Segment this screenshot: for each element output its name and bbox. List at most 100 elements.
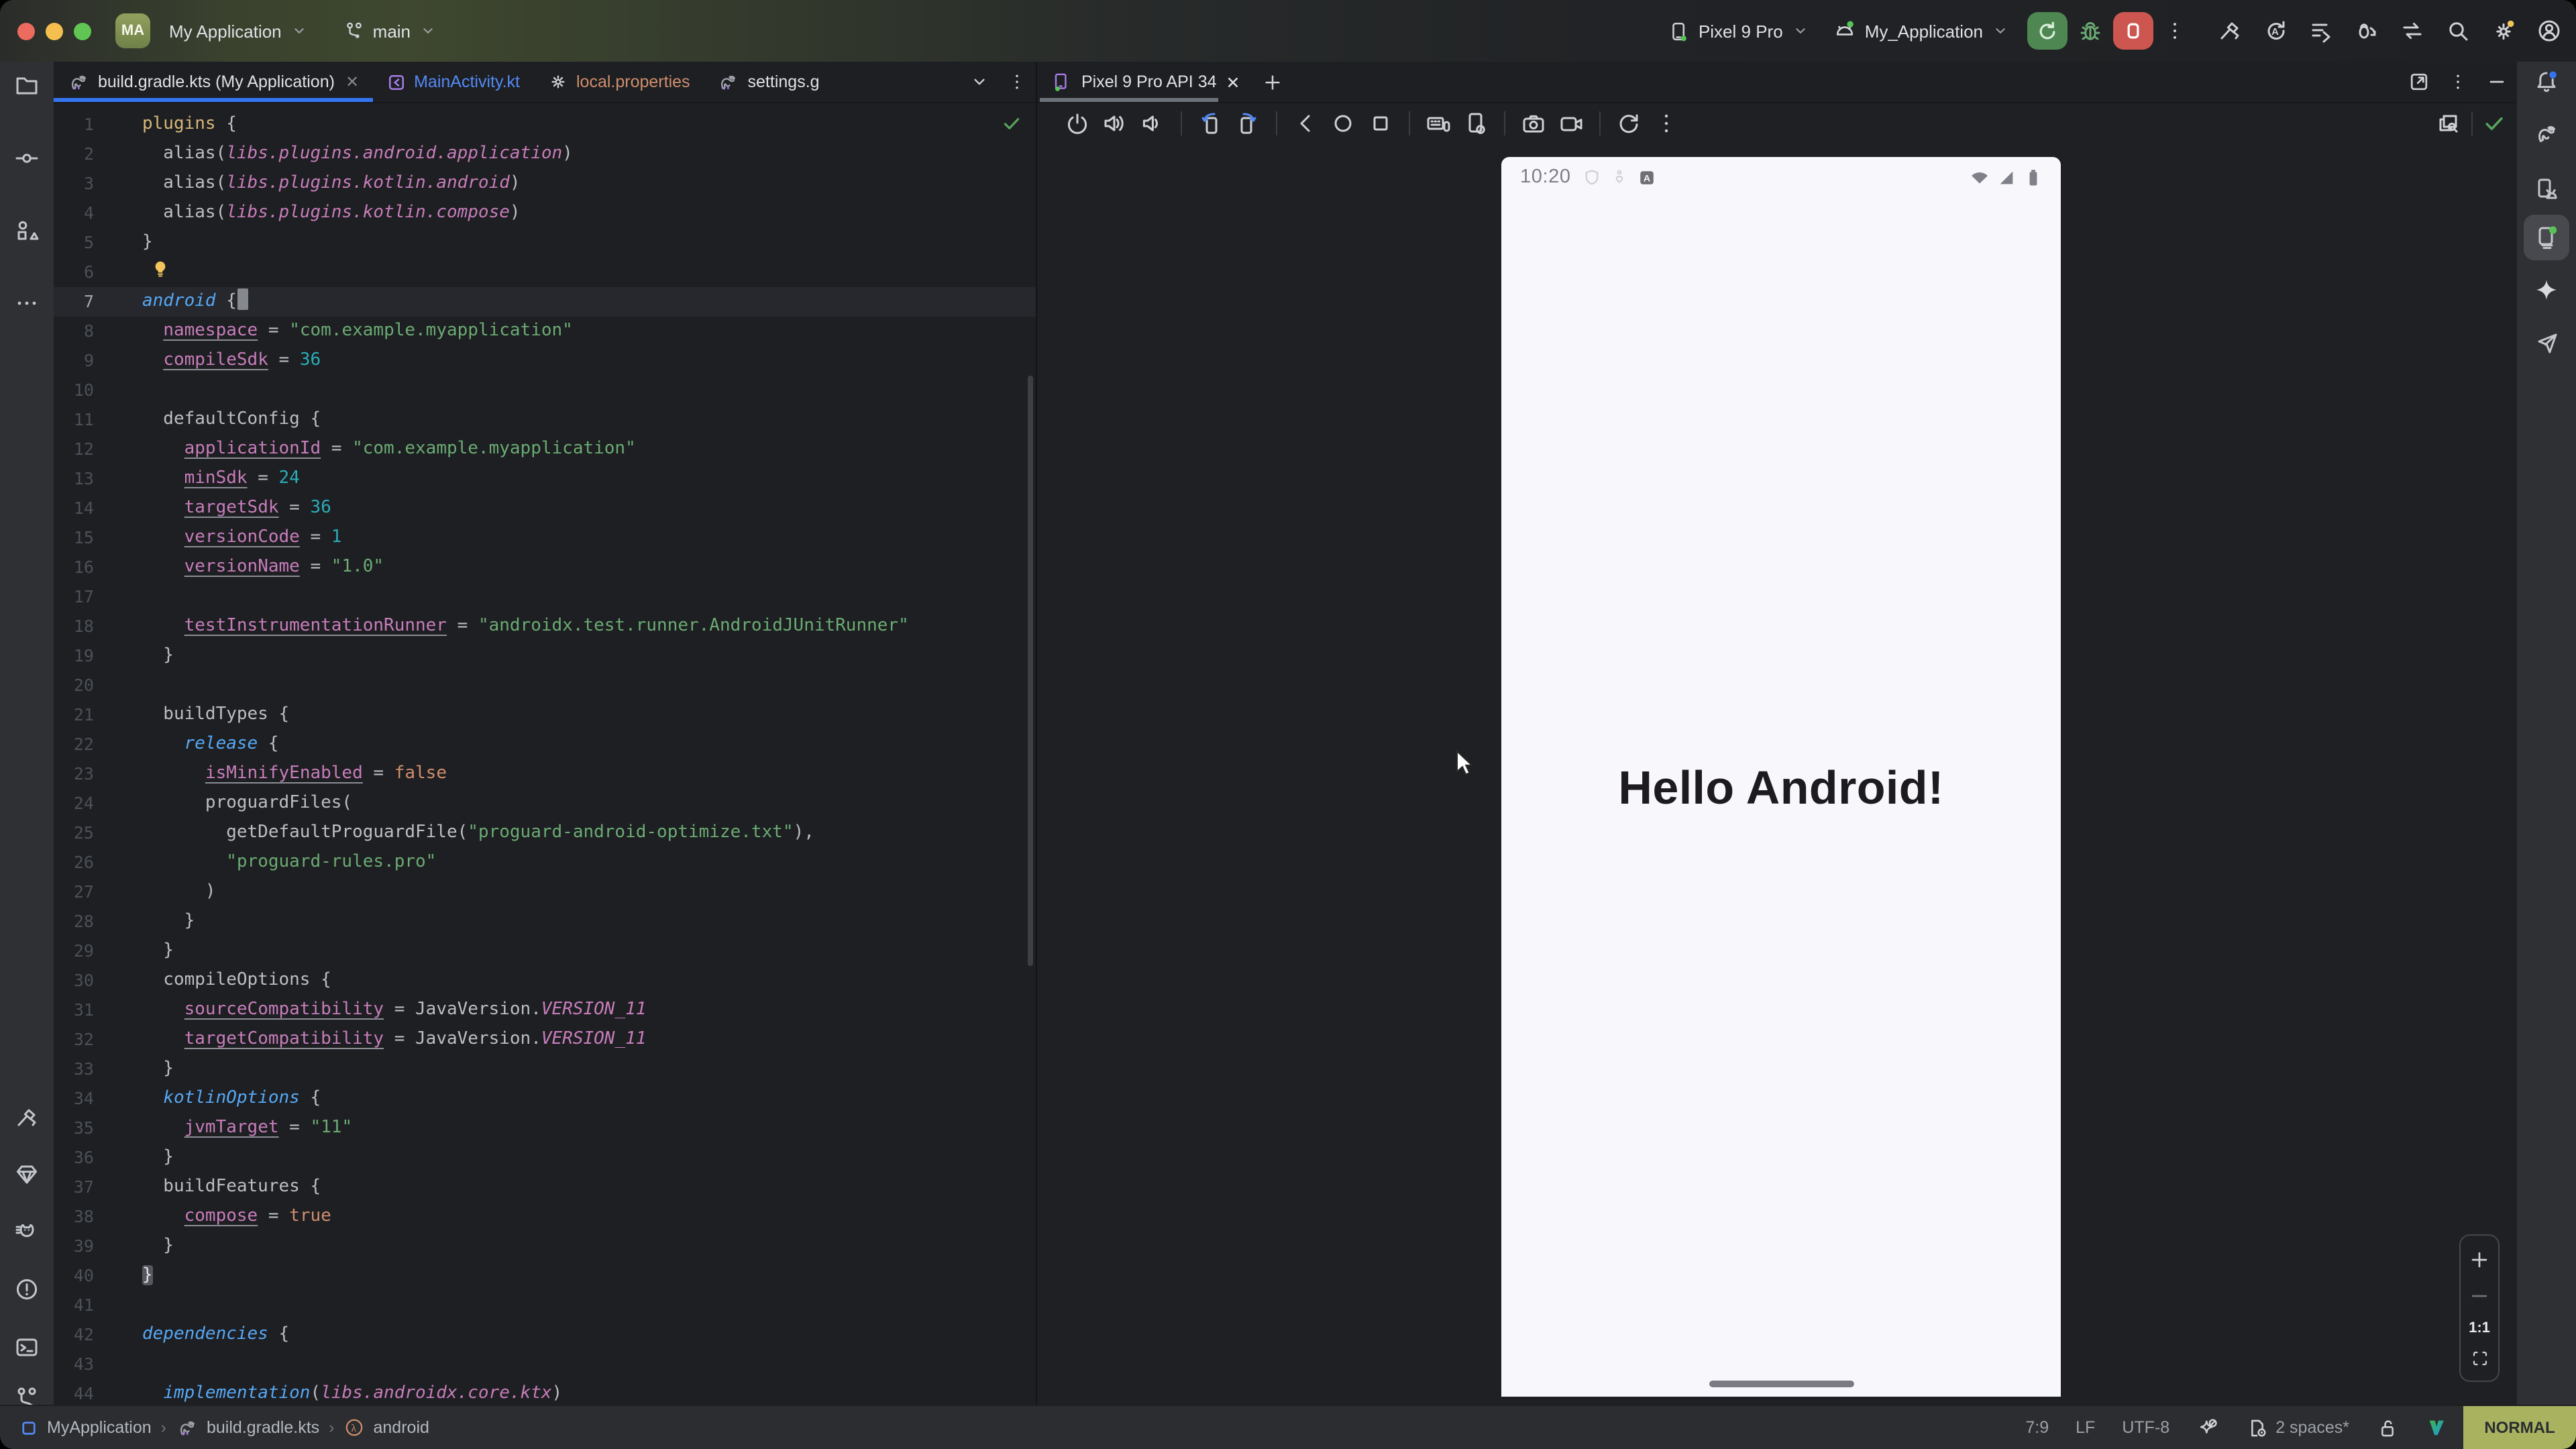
- lock-open-icon[interactable]: [2376, 1416, 2399, 1439]
- code-line-36[interactable]: 36 }: [54, 1143, 1036, 1173]
- code-line-38[interactable]: 38 compose = true: [54, 1202, 1036, 1232]
- sync-icon[interactable]: [2399, 17, 2426, 44]
- code-line-32[interactable]: 32 targetCompatibility = JavaVersion.VER…: [54, 1025, 1036, 1055]
- more-vert-icon[interactable]: [2163, 19, 2187, 43]
- gradle-tool-tool-icon[interactable]: [2524, 111, 2569, 157]
- code-line-39[interactable]: 39 }: [54, 1232, 1036, 1261]
- branch-selector[interactable]: main: [343, 20, 437, 42]
- minimize-window-button[interactable]: [46, 22, 63, 40]
- inspections-ok-icon[interactable]: [1001, 113, 1022, 134]
- code-line-41[interactable]: 41: [54, 1291, 1036, 1320]
- code-line-44[interactable]: 44 implementation(libs.androidx.core.ktx…: [54, 1379, 1036, 1406]
- run-configuration-selector[interactable]: My_Application: [1833, 19, 2010, 43]
- caret-position[interactable]: 7:9: [2025, 1418, 2049, 1437]
- assistant-plane-tool-icon[interactable]: [2524, 321, 2569, 366]
- code-line-29[interactable]: 29 }: [54, 936, 1036, 966]
- code-line-7[interactable]: 7android {: [54, 287, 1036, 317]
- code-line-34[interactable]: 34 kotlinOptions {: [54, 1084, 1036, 1114]
- code-line-5[interactable]: 5}: [54, 228, 1036, 258]
- code-line-25[interactable]: 25 getDefaultProguardFile("proguard-andr…: [54, 818, 1036, 848]
- editor-tab-settings.g[interactable]: settings.g: [704, 62, 833, 102]
- code-line-28[interactable]: 28 }: [54, 907, 1036, 936]
- reset-icon[interactable]: [1615, 110, 1642, 137]
- screenshot-icon[interactable]: [1520, 110, 1547, 137]
- search-icon[interactable]: [2445, 17, 2471, 44]
- code-line-11[interactable]: 11 defaultConfig {: [54, 405, 1036, 435]
- debug-icon[interactable]: [2077, 17, 2104, 44]
- running-devices-tool-icon[interactable]: [2524, 215, 2569, 260]
- device-selector[interactable]: Pixel 9 Pro: [1668, 19, 1810, 42]
- code-line-12[interactable]: 12 applicationId = "com.example.myapplic…: [54, 435, 1036, 464]
- zoom-ratio-button[interactable]: 1:1: [2469, 1320, 2490, 1336]
- code-line-4[interactable]: 4 alias(libs.plugins.kotlin.compose): [54, 199, 1036, 228]
- zoom-out-icon[interactable]: [2467, 1284, 2491, 1308]
- code-line-6[interactable]: 6: [54, 258, 1036, 287]
- code-line-43[interactable]: 43: [54, 1350, 1036, 1379]
- power-icon[interactable]: [1064, 110, 1091, 137]
- project-selector[interactable]: My Application: [169, 21, 309, 41]
- zoom-in-icon[interactable]: [2467, 1248, 2491, 1272]
- emulator-screen[interactable]: 10:20 A Hello Android!: [1501, 157, 2061, 1397]
- device-manager-tool-icon[interactable]: [2524, 166, 2569, 212]
- code-line-10[interactable]: 10: [54, 376, 1036, 405]
- code-line-17[interactable]: 17: [54, 582, 1036, 612]
- stop-button[interactable]: [2113, 12, 2153, 50]
- close-device-tab-icon[interactable]: ✕: [1226, 72, 1240, 92]
- add-device-tab-icon[interactable]: [1262, 62, 1285, 102]
- hidden-tabs-chevron-icon[interactable]: [969, 71, 990, 93]
- profile-icon[interactable]: [2536, 17, 2563, 44]
- volume-down-icon[interactable]: [1139, 110, 1166, 137]
- vim-icon[interactable]: [2426, 1417, 2447, 1438]
- check-icon[interactable]: [2482, 111, 2506, 136]
- minimize-icon[interactable]: [2485, 70, 2509, 94]
- breadcrumb-item-android[interactable]: λandroid: [344, 1417, 429, 1438]
- code-line-35[interactable]: 35 jvmTarget = "11": [54, 1114, 1036, 1143]
- code-line-27[interactable]: 27 ): [54, 877, 1036, 907]
- volume-up-icon[interactable]: [1102, 110, 1128, 137]
- open-window-icon[interactable]: [2407, 70, 2431, 94]
- code-line-8[interactable]: 8 namespace = "com.example.myapplication…: [54, 317, 1036, 346]
- profiler-icon[interactable]: [2308, 17, 2334, 44]
- home-icon[interactable]: [1330, 110, 1356, 137]
- file-encoding[interactable]: UTF-8: [2122, 1418, 2169, 1437]
- code-line-21[interactable]: 21 buildTypes {: [54, 700, 1036, 730]
- code-line-2[interactable]: 2 alias(libs.plugins.android.application…: [54, 140, 1036, 169]
- code-line-30[interactable]: 30 compileOptions {: [54, 966, 1036, 996]
- indent-setting[interactable]: 2 spaces*: [2246, 1416, 2349, 1439]
- notifications-tool-icon[interactable]: [2524, 59, 2569, 105]
- code-line-18[interactable]: 18 testInstrumentationRunner = "androidx…: [54, 612, 1036, 641]
- breadcrumb-item-build.gradle.kts[interactable]: build.gradle.kts: [176, 1416, 319, 1439]
- attach-debugger-icon[interactable]: [2353, 17, 2380, 44]
- code-line-16[interactable]: 16 versionName = "1.0": [54, 553, 1036, 582]
- terminal-tool-icon[interactable]: [4, 1324, 50, 1370]
- problems-tool-icon[interactable]: [4, 1267, 50, 1312]
- apply-changes-icon[interactable]: A: [2262, 17, 2289, 44]
- code-line-20[interactable]: 20: [54, 671, 1036, 700]
- code-line-31[interactable]: 31 sourceCompatibility = JavaVersion.VER…: [54, 996, 1036, 1025]
- code-line-26[interactable]: 26 "proguard-rules.pro": [54, 848, 1036, 877]
- resource-manager-tool-icon[interactable]: [4, 208, 50, 254]
- overview-icon[interactable]: [1367, 110, 1394, 137]
- project-folder-tool-icon[interactable]: [4, 63, 50, 109]
- code-line-22[interactable]: 22 release {: [54, 730, 1036, 759]
- home-indicator[interactable]: [1709, 1381, 1854, 1387]
- device-settings-icon[interactable]: [1462, 110, 1489, 137]
- device-tab[interactable]: Pixel 9 Pro API 34 ✕: [1037, 62, 1254, 102]
- code-line-1[interactable]: 1plugins {: [54, 110, 1036, 140]
- vim-mode-badge[interactable]: NORMAL: [2463, 1406, 2576, 1449]
- close-window-button[interactable]: [17, 22, 35, 40]
- back-icon[interactable]: [1292, 110, 1319, 137]
- code-editor[interactable]: 1plugins {2 alias(libs.plugins.android.a…: [54, 102, 1036, 1406]
- app-quality-tool-icon[interactable]: [4, 1151, 50, 1197]
- editor-scrollbar[interactable]: [1028, 376, 1033, 966]
- code-line-40[interactable]: 40}: [54, 1261, 1036, 1291]
- build-hammer-tool-icon[interactable]: [4, 1095, 50, 1140]
- code-line-37[interactable]: 37 buildFeatures {: [54, 1173, 1036, 1202]
- code-line-9[interactable]: 9 compileSdk = 36: [54, 346, 1036, 376]
- code-line-14[interactable]: 14 targetSdk = 36: [54, 494, 1036, 523]
- editor-tab-mainactivity.kt[interactable]: MainActivity.kt: [372, 62, 533, 102]
- line-ending[interactable]: LF: [2076, 1418, 2095, 1437]
- more-icon[interactable]: [1653, 110, 1680, 137]
- tab-options-icon[interactable]: [2447, 71, 2469, 93]
- settings-icon[interactable]: [2490, 17, 2517, 44]
